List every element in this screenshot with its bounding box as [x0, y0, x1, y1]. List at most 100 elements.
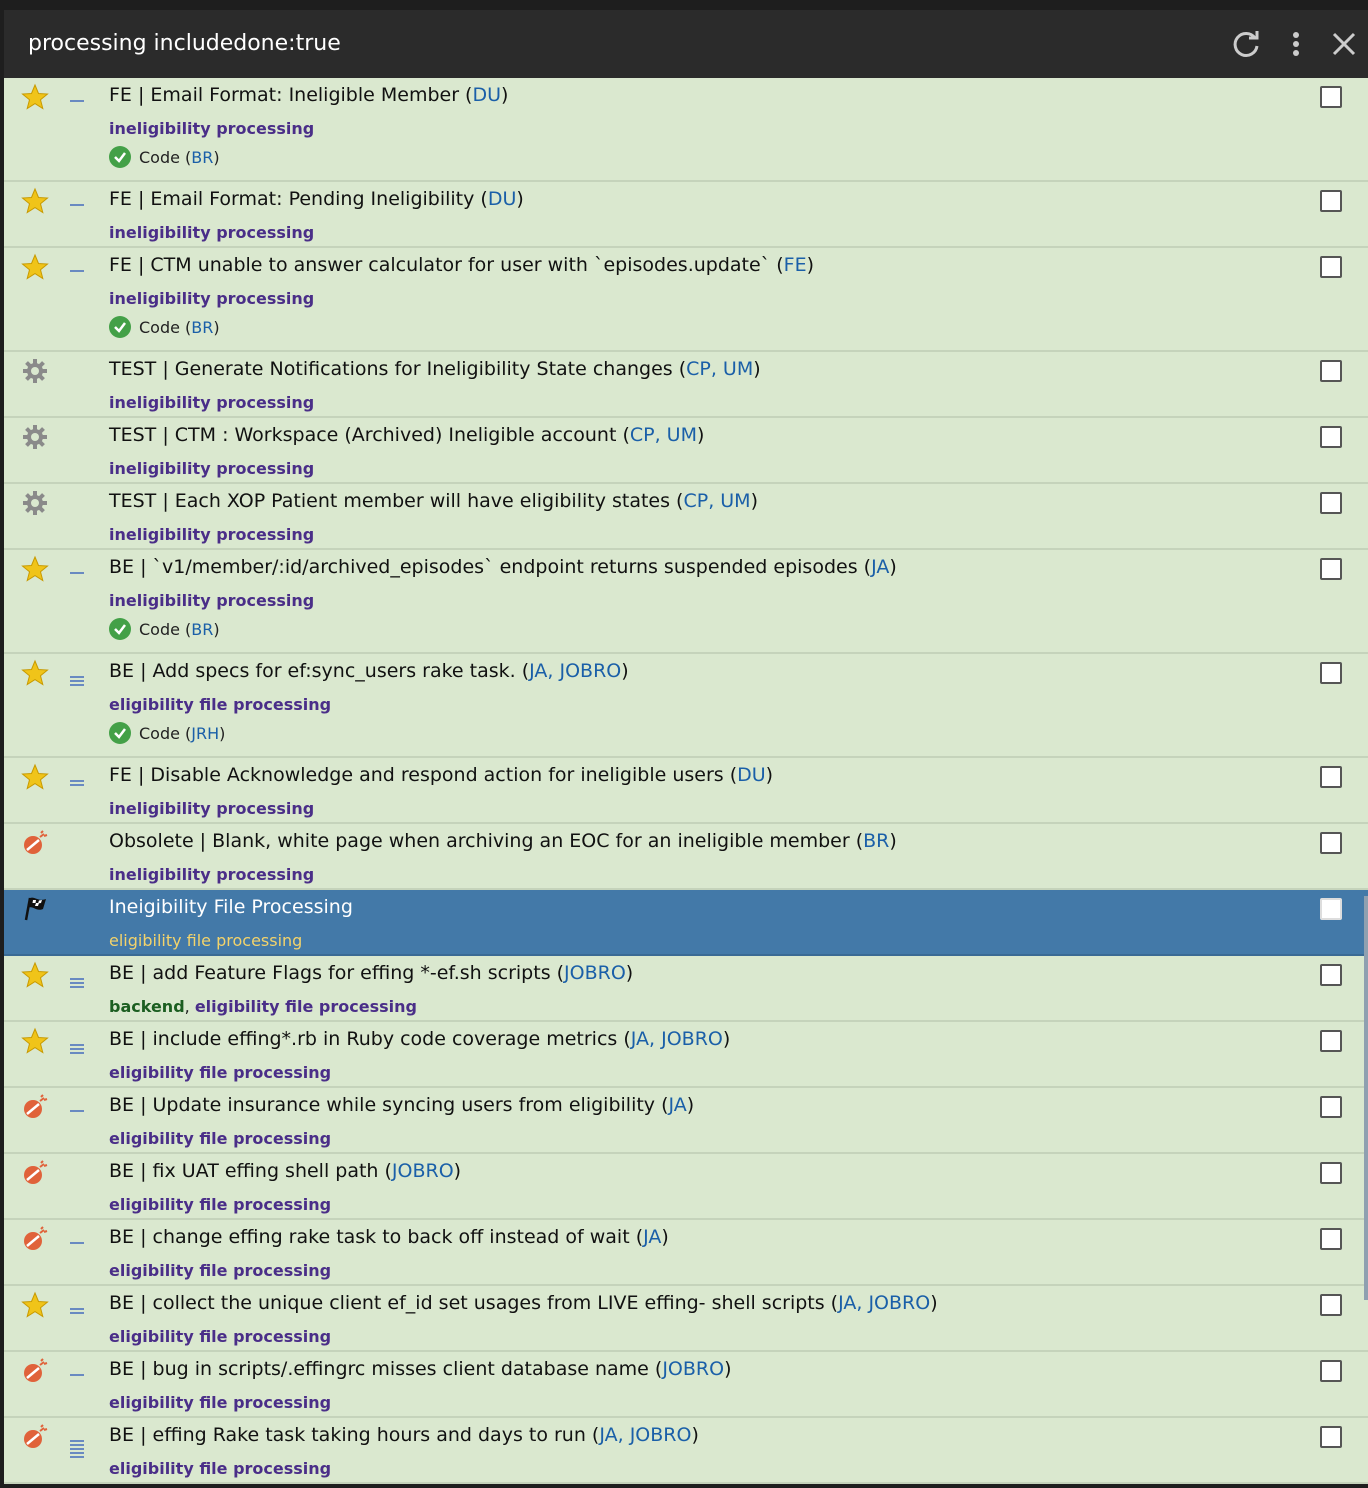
done-checkbox[interactable] — [1320, 1030, 1342, 1052]
list-item[interactable]: Obsolete | Blank, white page when archiv… — [4, 824, 1368, 890]
assignee-link[interactable]: JOBRO — [564, 962, 626, 984]
tag-link[interactable]: eligibility file processing — [109, 1195, 331, 1214]
item-title[interactable]: BE | Add specs for ef:sync_users rake ta… — [109, 660, 629, 682]
star-icon[interactable] — [20, 762, 50, 792]
tag-link[interactable]: eligibility file processing — [195, 997, 417, 1016]
gear-icon[interactable] — [20, 422, 50, 452]
tag-link[interactable]: ineligibility processing — [109, 289, 314, 308]
done-checkbox[interactable] — [1320, 1360, 1342, 1382]
gear-icon[interactable] — [20, 356, 50, 386]
assignee-link[interactable]: JOBRO — [662, 1358, 724, 1380]
bug-icon[interactable] — [20, 1092, 50, 1122]
bug-icon[interactable] — [20, 1158, 50, 1188]
tag-link[interactable]: eligibility file processing — [109, 1129, 331, 1148]
assignee-link[interactable]: JA, JOBRO — [529, 660, 621, 682]
done-checkbox[interactable] — [1320, 190, 1342, 212]
tag-link[interactable]: eligibility file processing — [109, 1261, 331, 1280]
item-title[interactable]: BE | effing Rake task taking hours and d… — [109, 1424, 699, 1446]
assignee-link[interactable]: CP, UM — [630, 424, 697, 446]
tag-link[interactable]: eligibility file processing — [109, 1063, 331, 1082]
done-checkbox[interactable] — [1320, 1096, 1342, 1118]
assignee-link[interactable]: JA, JOBRO — [599, 1424, 691, 1446]
close-button[interactable] — [1328, 28, 1360, 60]
list-item[interactable]: BE | Add specs for ef:sync_users rake ta… — [4, 654, 1368, 758]
done-checkbox[interactable] — [1320, 492, 1342, 514]
star-icon[interactable] — [20, 1026, 50, 1056]
more-options-button[interactable] — [1280, 28, 1312, 60]
item-title[interactable]: BE | `v1/member/:id/archived_episodes` e… — [109, 556, 897, 578]
done-checkbox[interactable] — [1320, 964, 1342, 986]
tag-link[interactable]: backend — [109, 997, 185, 1016]
item-title[interactable]: TEST | CTM : Workspace (Archived) Inelig… — [109, 424, 704, 446]
list-item[interactable]: FE | Email Format: Ineligible Member (DU… — [4, 78, 1368, 182]
list-item[interactable]: TEST | Generate Notifications for Inelig… — [4, 352, 1368, 418]
item-title[interactable]: BE | fix UAT effing shell path (JOBRO) — [109, 1160, 461, 1182]
tag-link[interactable]: ineligibility processing — [109, 799, 314, 818]
refresh-button[interactable] — [1230, 28, 1262, 60]
item-title[interactable]: BE | collect the unique client ef_id set… — [109, 1292, 938, 1314]
list-item[interactable]: Ineigibility File Processing eligibility … — [4, 890, 1368, 956]
done-checkbox[interactable] — [1320, 1162, 1342, 1184]
bug-icon[interactable] — [20, 1356, 50, 1386]
assignee-link[interactable]: BR — [863, 830, 889, 852]
done-checkbox[interactable] — [1320, 898, 1342, 920]
tag-link[interactable]: eligibility file processing — [109, 1327, 331, 1346]
star-icon[interactable] — [20, 252, 50, 282]
done-checkbox[interactable] — [1320, 360, 1342, 382]
tag-link[interactable]: eligibility file processing — [109, 931, 302, 950]
item-title[interactable]: BE | include effing*.rb in Ruby code cov… — [109, 1028, 730, 1050]
tag-link[interactable]: ineligibility processing — [109, 223, 314, 242]
list-item[interactable]: BE | effing Rake task taking hours and d… — [4, 1418, 1368, 1484]
done-checkbox[interactable] — [1320, 662, 1342, 684]
assignee-link[interactable]: DU — [488, 188, 517, 210]
done-checkbox[interactable] — [1320, 1426, 1342, 1448]
assignee-link[interactable]: JOBRO — [392, 1160, 454, 1182]
bug-icon[interactable] — [20, 1422, 50, 1452]
assignee-link[interactable]: FE — [784, 254, 807, 276]
assignee-link[interactable]: JA, JOBRO — [631, 1028, 723, 1050]
item-title[interactable]: Obsolete | Blank, white page when archiv… — [109, 830, 897, 852]
list-item[interactable]: BE | Update insurance while syncing user… — [4, 1088, 1368, 1154]
assignee-link[interactable]: JA — [643, 1226, 661, 1248]
item-title[interactable]: FE | Email Format: Pending Ineligibility… — [109, 188, 524, 210]
assignee-link[interactable]: JA — [871, 556, 889, 578]
tag-link[interactable]: ineligibility processing — [109, 119, 314, 138]
tag-link[interactable]: ineligibility processing — [109, 865, 314, 884]
done-checkbox[interactable] — [1320, 256, 1342, 278]
item-title[interactable]: TEST | Generate Notifications for Inelig… — [109, 358, 761, 380]
subtask-assignee-link[interactable]: BR — [191, 318, 213, 337]
done-checkbox[interactable] — [1320, 426, 1342, 448]
assignee-link[interactable]: CP, UM — [683, 490, 750, 512]
subtask-assignee-link[interactable]: BR — [191, 148, 213, 167]
list-item[interactable]: BE | bug in scripts/.effingrc misses cli… — [4, 1352, 1368, 1418]
done-checkbox[interactable] — [1320, 1228, 1342, 1250]
done-checkbox[interactable] — [1320, 832, 1342, 854]
done-checkbox[interactable] — [1320, 558, 1342, 580]
assignee-link[interactable]: DU — [472, 84, 501, 106]
list-item[interactable]: TEST | CTM : Workspace (Archived) Inelig… — [4, 418, 1368, 484]
tag-link[interactable]: eligibility file processing — [109, 1393, 331, 1412]
star-icon[interactable] — [20, 554, 50, 584]
assignee-link[interactable]: DU — [737, 764, 766, 786]
list-item[interactable]: BE | include effing*.rb in Ruby code cov… — [4, 1022, 1368, 1088]
subtask-assignee-link[interactable]: BR — [191, 620, 213, 639]
item-title[interactable]: BE | change effing rake task to back off… — [109, 1226, 669, 1248]
item-title[interactable]: FE | CTM unable to answer calculator for… — [109, 254, 814, 276]
done-checkbox[interactable] — [1320, 1294, 1342, 1316]
star-icon[interactable] — [20, 1290, 50, 1320]
bug-icon[interactable] — [20, 828, 50, 858]
tag-link[interactable]: ineligibility processing — [109, 393, 314, 412]
star-icon[interactable] — [20, 186, 50, 216]
assignee-link[interactable]: JA — [669, 1094, 687, 1116]
list-item[interactable]: BE | change effing rake task to back off… — [4, 1220, 1368, 1286]
assignee-link[interactable]: CP, UM — [686, 358, 753, 380]
item-title[interactable]: BE | bug in scripts/.effingrc misses cli… — [109, 1358, 731, 1380]
item-title[interactable]: FE | Email Format: Ineligible Member (DU… — [109, 84, 508, 106]
tag-link[interactable]: ineligibility processing — [109, 459, 314, 478]
list-item[interactable]: FE | CTM unable to answer calculator for… — [4, 248, 1368, 352]
bug-icon[interactable] — [20, 1224, 50, 1254]
item-title[interactable]: BE | add Feature Flags for effing *-ef.s… — [109, 962, 633, 984]
item-title[interactable]: BE | Update insurance while syncing user… — [109, 1094, 694, 1116]
star-icon[interactable] — [20, 658, 50, 688]
item-title[interactable]: FE | Disable Acknowledge and respond act… — [109, 764, 773, 786]
